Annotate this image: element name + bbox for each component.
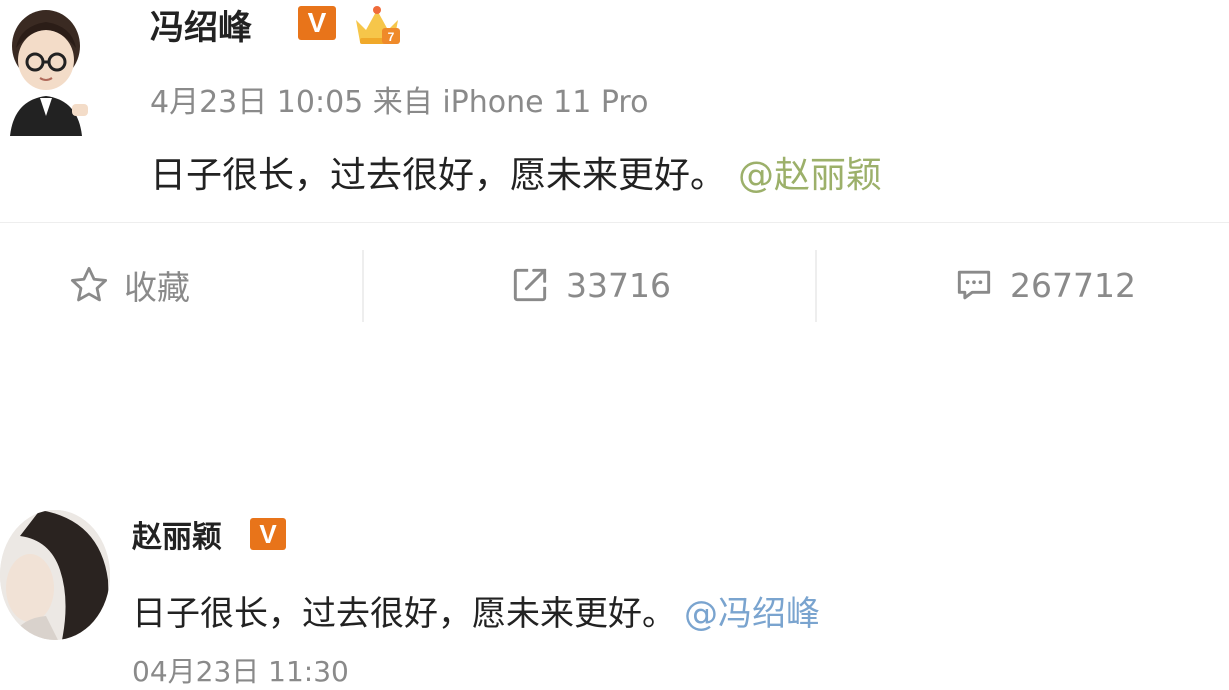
action-separator	[362, 250, 364, 322]
repost-button[interactable]: 33716	[508, 240, 671, 330]
favorite-button[interactable]: 收藏	[68, 240, 190, 330]
mention-link[interactable]: @冯绍峰	[684, 594, 820, 634]
post-text: 日子很长，过去很好，愿未来更好。	[132, 594, 676, 634]
author-name[interactable]: 赵丽颖	[132, 512, 222, 556]
verified-badge: V	[250, 518, 286, 550]
action-bar: 收藏 33716 267712	[0, 240, 1229, 330]
repost-count: 33716	[566, 265, 671, 305]
action-separator	[815, 250, 817, 322]
post-meta: 4月23日 10:05 来自 iPhone 11 Pro	[150, 85, 649, 120]
verified-badge: V	[298, 6, 336, 40]
star-icon	[70, 266, 108, 302]
weibo-post-1: 冯绍峰 V 7 4月23日 10:05 来自 iPhone 11 Pro 日子很…	[0, 0, 1229, 222]
crown-icon: 7	[352, 2, 402, 50]
mention-link[interactable]: @赵丽颖	[738, 155, 882, 196]
comment-count: 267712	[1010, 265, 1136, 305]
favorite-label: 收藏	[124, 268, 190, 307]
divider	[0, 222, 1229, 223]
post-content: 日子很长，过去很好，愿未来更好。 @冯绍峰	[132, 586, 820, 635]
post-meta: 04月23日 11:30	[132, 655, 349, 688]
author-avatar-zhaoliying[interactable]	[0, 510, 110, 640]
svg-text:7: 7	[388, 30, 395, 44]
comment-icon	[957, 270, 991, 300]
author-avatar-fengshaofeng[interactable]	[2, 4, 94, 136]
post-text: 日子很长，过去很好，愿未来更好。	[150, 155, 727, 196]
post-content: 日子很长，过去很好，愿未来更好。 @赵丽颖	[150, 146, 882, 198]
author-name[interactable]: 冯绍峰	[150, 0, 252, 49]
repost-icon	[513, 268, 547, 302]
comment-button[interactable]: 267712	[952, 240, 1136, 330]
